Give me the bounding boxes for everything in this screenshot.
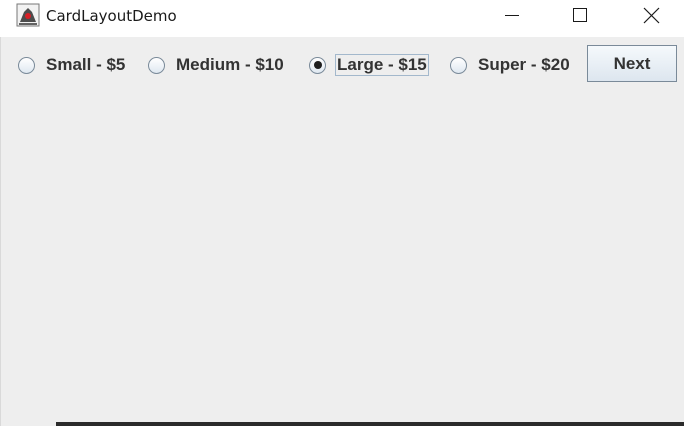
app-window: CardLayoutDemo Small - $5 Medium - $10 L… <box>0 0 684 426</box>
radio-super[interactable]: Super - $20 <box>450 51 572 79</box>
content-panel: Small - $5 Medium - $10 Large - $15 Supe… <box>0 37 684 426</box>
maximize-button[interactable] <box>557 0 603 32</box>
close-button[interactable] <box>628 0 674 32</box>
radio-medium[interactable]: Medium - $10 <box>148 51 286 79</box>
radio-large[interactable]: Large - $15 <box>309 51 429 79</box>
window-left-border <box>0 37 1 426</box>
radio-label-large[interactable]: Large - $15 <box>335 54 429 76</box>
radio-button-selected-icon[interactable] <box>309 56 326 74</box>
minimize-icon <box>505 15 519 16</box>
java-duke-icon <box>16 3 40 27</box>
radio-small[interactable]: Small - $5 <box>18 51 127 79</box>
title-bar[interactable]: CardLayoutDemo <box>0 0 684 37</box>
radio-button-icon[interactable] <box>18 56 35 74</box>
radio-button-icon[interactable] <box>450 56 467 74</box>
close-icon <box>643 7 660 24</box>
next-button[interactable]: Next <box>587 45 677 82</box>
radio-label-small[interactable]: Small - $5 <box>44 54 127 76</box>
window-title: CardLayoutDemo <box>46 7 177 25</box>
minimize-button[interactable] <box>489 0 535 32</box>
radio-label-medium[interactable]: Medium - $10 <box>174 54 286 76</box>
radio-button-icon[interactable] <box>148 56 165 74</box>
maximize-icon <box>573 8 587 22</box>
background-window-edge <box>56 422 684 426</box>
radio-label-super[interactable]: Super - $20 <box>476 54 572 76</box>
